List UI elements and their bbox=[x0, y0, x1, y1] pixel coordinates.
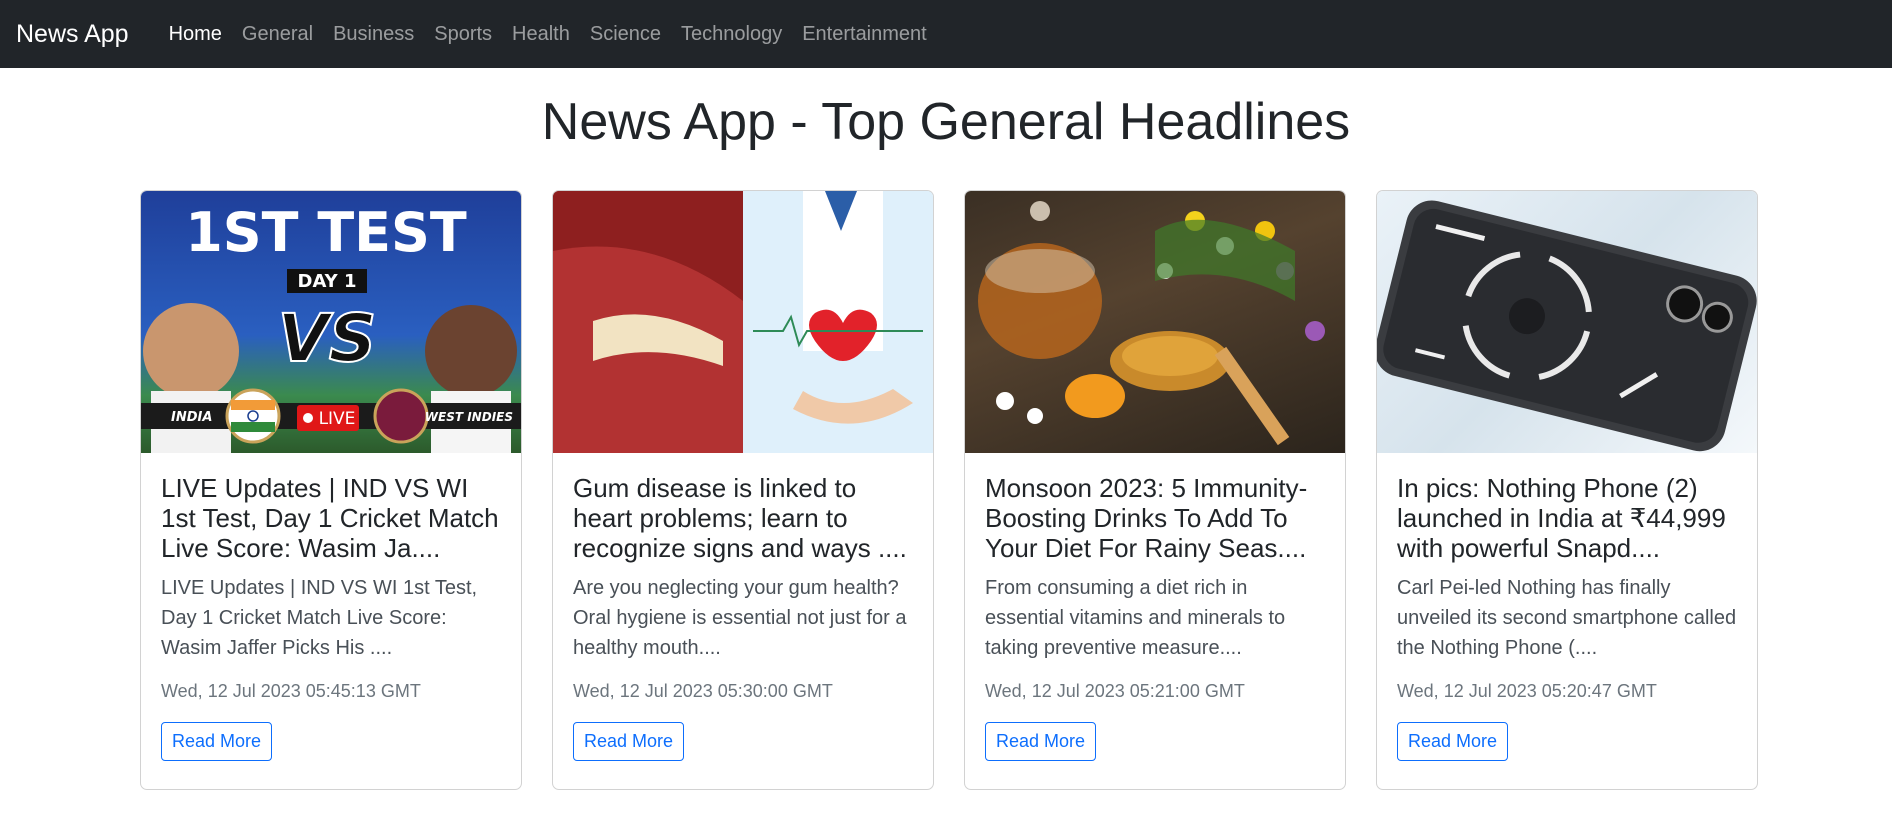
card-date: Wed, 12 Jul 2023 05:21:00 GMT bbox=[985, 681, 1245, 701]
phone-graphic bbox=[1377, 200, 1757, 452]
card-date: Wed, 12 Jul 2023 05:30:00 GMT bbox=[573, 681, 833, 701]
nav-item-technology[interactable]: Technology bbox=[671, 23, 792, 46]
news-card-image: 1ST TEST DAY 1 VS INDIA LIVE WEST INDIES bbox=[141, 191, 521, 453]
news-card: Monsoon 2023: 5 Immunity-Boosting Drinks… bbox=[964, 190, 1346, 790]
card-description: From consuming a diet rich in essential … bbox=[985, 577, 1286, 659]
read-more-button[interactable]: Read More bbox=[161, 722, 273, 761]
card-description: Are you neglecting your gum health? Oral… bbox=[573, 577, 907, 659]
news-card: Gum disease is linked to heart problems;… bbox=[552, 190, 934, 790]
nav-item-entertainment[interactable]: Entertainment bbox=[792, 23, 937, 46]
top-navbar: News App Home General Business Sports He… bbox=[0, 0, 1892, 68]
card-description: Carl Pei-led Nothing has finally unveile… bbox=[1397, 577, 1737, 659]
live-badge: LIVE bbox=[319, 409, 356, 429]
news-card-image bbox=[553, 191, 933, 453]
nav-item-business[interactable]: Business bbox=[323, 23, 424, 46]
india-label: INDIA bbox=[171, 410, 212, 425]
brand-link[interactable]: News App bbox=[16, 20, 129, 49]
card-title: Monsoon 2023: 5 Immunity-Boosting Drinks… bbox=[985, 473, 1308, 563]
gum-heart-graphic bbox=[553, 191, 933, 453]
nav-item-general[interactable]: General bbox=[232, 23, 323, 46]
news-card: In pics: Nothing Phone (2) launched in I… bbox=[1376, 190, 1758, 790]
read-more-button[interactable]: Read More bbox=[1397, 722, 1509, 761]
nav-item-home[interactable]: Home bbox=[159, 23, 232, 46]
card-body: Gum disease is linked to heart problems;… bbox=[553, 453, 933, 781]
card-date: Wed, 12 Jul 2023 05:45:13 GMT bbox=[161, 681, 421, 701]
nav-item-science[interactable]: Science bbox=[580, 23, 671, 46]
nav-links: Home General Business Sports Health Scie… bbox=[159, 23, 937, 46]
cricket-graphic: 1ST TEST DAY 1 VS INDIA LIVE WEST INDIES bbox=[141, 201, 521, 453]
read-more-button[interactable]: Read More bbox=[985, 722, 1097, 761]
card-title: Gum disease is linked to heart problems;… bbox=[573, 473, 907, 563]
west-indies-label: WEST INDIES bbox=[425, 410, 513, 424]
nav-item-sports[interactable]: Sports bbox=[424, 23, 502, 46]
news-card-image bbox=[1377, 191, 1757, 453]
news-card: 1ST TEST DAY 1 VS INDIA LIVE WEST INDIES… bbox=[140, 190, 522, 790]
card-description: LIVE Updates | IND VS WI 1st Test, Day 1… bbox=[161, 577, 478, 659]
test-headline: 1ST TEST bbox=[185, 201, 467, 264]
card-body: LIVE Updates | IND VS WI 1st Test, Day 1… bbox=[141, 453, 521, 781]
herbal-tea-graphic bbox=[978, 201, 1325, 446]
page-title: News App - Top General Headlines bbox=[541, 93, 1351, 151]
card-title: LIVE Updates | IND VS WI 1st Test, Day 1… bbox=[161, 473, 499, 563]
read-more-button[interactable]: Read More bbox=[573, 722, 685, 761]
day-label: DAY 1 bbox=[298, 271, 357, 292]
nav-item-health[interactable]: Health bbox=[502, 23, 580, 46]
news-card-image bbox=[965, 191, 1345, 453]
card-body: Monsoon 2023: 5 Immunity-Boosting Drinks… bbox=[965, 453, 1345, 781]
card-date: Wed, 12 Jul 2023 05:20:47 GMT bbox=[1397, 681, 1657, 701]
card-body: In pics: Nothing Phone (2) launched in I… bbox=[1377, 453, 1757, 781]
card-title: In pics: Nothing Phone (2) launched in I… bbox=[1397, 473, 1726, 563]
vs-label: VS bbox=[278, 300, 377, 377]
news-card-grid: 1ST TEST DAY 1 VS INDIA LIVE WEST INDIES… bbox=[0, 190, 1892, 790]
